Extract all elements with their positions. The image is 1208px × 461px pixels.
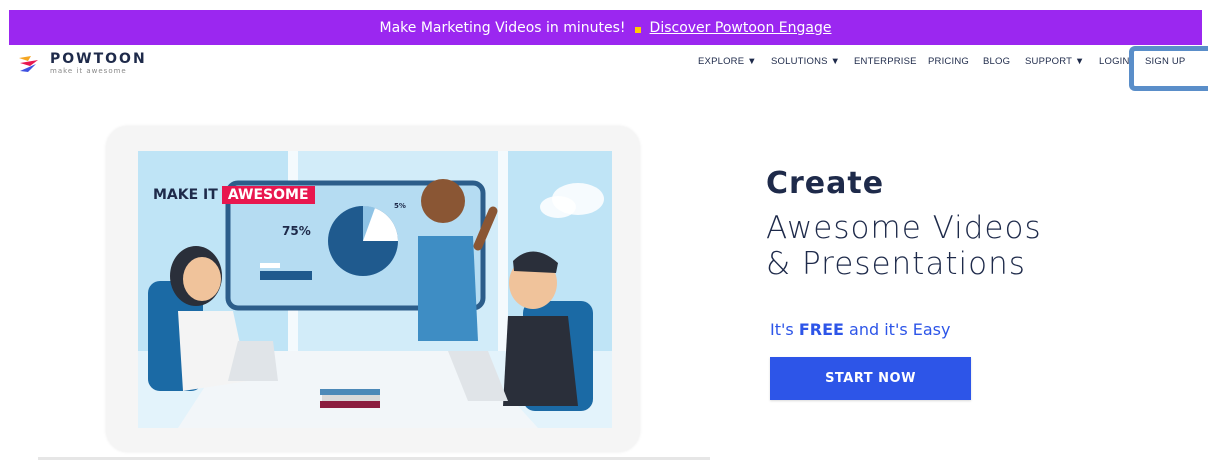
free-suffix: and it's Easy <box>849 320 951 339</box>
hero-title: Create <box>766 166 885 201</box>
powtoon-logo-icon <box>19 55 38 72</box>
logo-wordmark: POWTOON <box>50 51 147 67</box>
nav-solutions[interactable]: SOLUTIONS ▼ <box>771 56 840 67</box>
pie-big-label: 75% <box>282 224 311 238</box>
free-prefix: It's <box>770 320 794 339</box>
free-tagline: It's FREE and it's Easy <box>770 320 950 339</box>
promo-banner: Make Marketing Videos in minutes! Discov… <box>9 10 1202 45</box>
signup-highlight-box <box>1129 46 1208 91</box>
promo-link[interactable]: Discover Powtoon Engage <box>650 20 832 36</box>
free-bold: FREE <box>798 320 844 339</box>
logo-tagline: make it awesome <box>50 67 127 75</box>
laptop-base <box>38 457 710 460</box>
start-now-button[interactable]: START NOW <box>770 357 971 400</box>
nav-pricing[interactable]: PRICING <box>928 56 969 67</box>
make-it-awesome-banner: MAKE IT AWESOME <box>153 186 315 204</box>
pie-small-label: 5% <box>394 202 406 210</box>
nav-blog[interactable]: BLOG <box>983 56 1010 67</box>
nav-support[interactable]: SUPPORT ▼ <box>1025 56 1084 67</box>
hero-subtitle-line1: Awesome Videos <box>766 210 1042 246</box>
nav-login[interactable]: LOGIN <box>1099 56 1130 67</box>
hero-subtitle: Awesome Videos & Presentations <box>766 210 1042 282</box>
promo-text: Make Marketing Videos in minutes! <box>379 19 626 36</box>
powtoon-logo[interactable]: POWTOON make it awesome <box>18 52 147 75</box>
nav-enterprise[interactable]: ENTERPRISE <box>854 56 917 67</box>
hero-subtitle-line2: & Presentations <box>766 246 1026 282</box>
awesome-text: AWESOME <box>221 186 315 204</box>
make-it-text: MAKE IT <box>153 187 218 203</box>
nav-explore[interactable]: EXPLORE ▼ <box>698 56 757 67</box>
promo-separator-icon <box>634 26 641 33</box>
hero-illustration: MAKE IT AWESOME 75% 5% <box>138 151 612 428</box>
